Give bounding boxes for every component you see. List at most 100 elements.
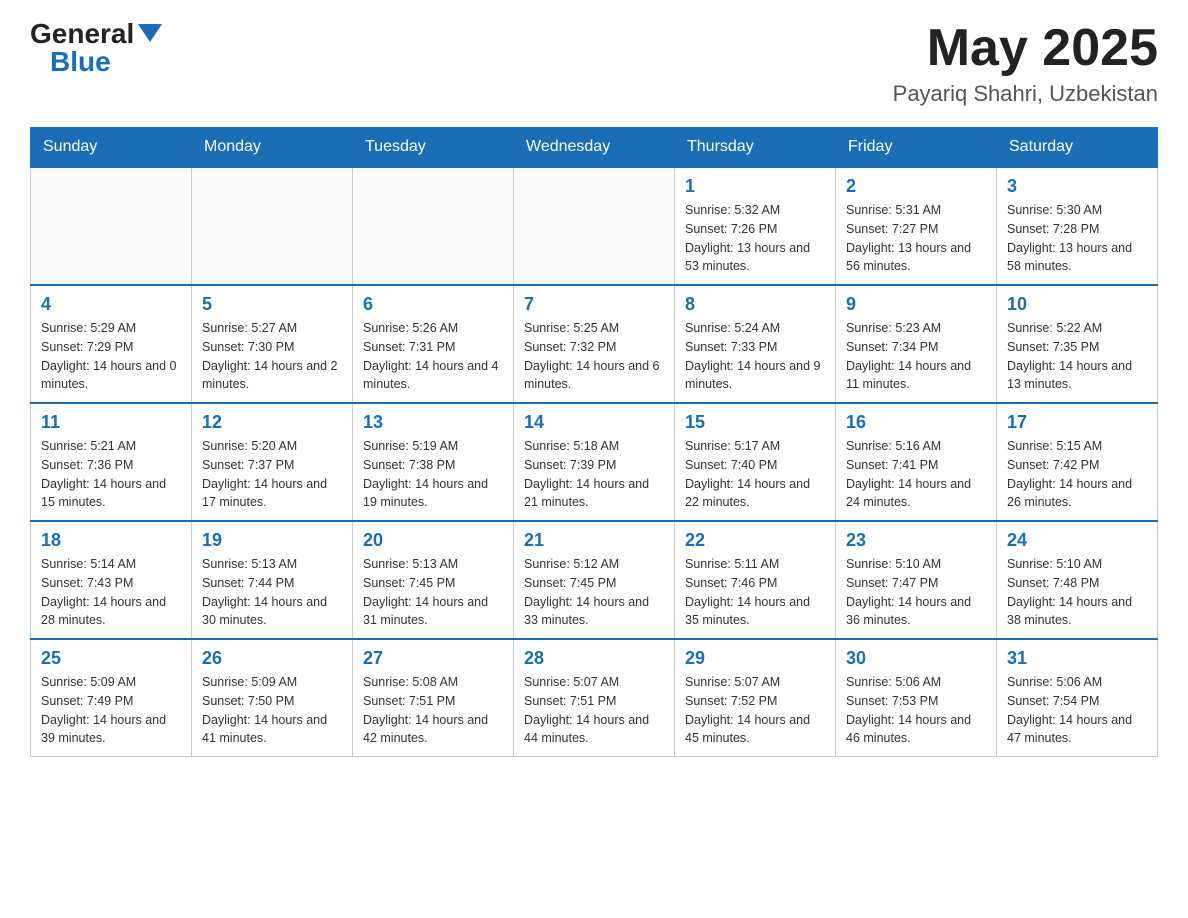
calendar-cell: 15 Sunrise: 5:17 AMSunset: 7:40 PMDayligh… (675, 403, 836, 521)
day-number: 27 (363, 648, 503, 669)
day-info: Sunrise: 5:13 AMSunset: 7:44 PMDaylight:… (202, 555, 342, 630)
day-info: Sunrise: 5:29 AMSunset: 7:29 PMDaylight:… (41, 319, 181, 394)
month-title: May 2025 (893, 20, 1158, 77)
day-number: 24 (1007, 530, 1147, 551)
day-number: 20 (363, 530, 503, 551)
day-number: 18 (41, 530, 181, 551)
calendar-cell (353, 167, 514, 285)
day-info: Sunrise: 5:10 AMSunset: 7:48 PMDaylight:… (1007, 555, 1147, 630)
calendar-header-row: SundayMondayTuesdayWednesdayThursdayFrid… (31, 128, 1158, 168)
calendar-week-3: 11 Sunrise: 5:21 AMSunset: 7:36 PMDayligh… (31, 403, 1158, 521)
calendar-cell: 6 Sunrise: 5:26 AMSunset: 7:31 PMDaylight… (353, 285, 514, 403)
logo-general: General (30, 20, 134, 48)
day-info: Sunrise: 5:13 AMSunset: 7:45 PMDaylight:… (363, 555, 503, 630)
calendar-cell: 18 Sunrise: 5:14 AMSunset: 7:43 PMDayligh… (31, 521, 192, 639)
calendar-cell: 23 Sunrise: 5:10 AMSunset: 7:47 PMDayligh… (836, 521, 997, 639)
weekday-header-sunday: Sunday (31, 128, 192, 168)
calendar-week-2: 4 Sunrise: 5:29 AMSunset: 7:29 PMDaylight… (31, 285, 1158, 403)
day-number: 30 (846, 648, 986, 669)
day-info: Sunrise: 5:09 AMSunset: 7:49 PMDaylight:… (41, 673, 181, 748)
day-info: Sunrise: 5:26 AMSunset: 7:31 PMDaylight:… (363, 319, 503, 394)
day-info: Sunrise: 5:30 AMSunset: 7:28 PMDaylight:… (1007, 201, 1147, 276)
calendar-cell: 26 Sunrise: 5:09 AMSunset: 7:50 PMDayligh… (192, 639, 353, 757)
day-number: 6 (363, 294, 503, 315)
day-number: 22 (685, 530, 825, 551)
calendar-cell (514, 167, 675, 285)
day-number: 26 (202, 648, 342, 669)
day-number: 15 (685, 412, 825, 433)
day-number: 14 (524, 412, 664, 433)
calendar-cell: 1 Sunrise: 5:32 AMSunset: 7:26 PMDaylight… (675, 167, 836, 285)
calendar-week-5: 25 Sunrise: 5:09 AMSunset: 7:49 PMDayligh… (31, 639, 1158, 757)
day-info: Sunrise: 5:17 AMSunset: 7:40 PMDaylight:… (685, 437, 825, 512)
day-info: Sunrise: 5:09 AMSunset: 7:50 PMDaylight:… (202, 673, 342, 748)
day-info: Sunrise: 5:07 AMSunset: 7:51 PMDaylight:… (524, 673, 664, 748)
day-number: 16 (846, 412, 986, 433)
calendar-table: SundayMondayTuesdayWednesdayThursdayFrid… (30, 127, 1158, 757)
day-info: Sunrise: 5:07 AMSunset: 7:52 PMDaylight:… (685, 673, 825, 748)
day-info: Sunrise: 5:32 AMSunset: 7:26 PMDaylight:… (685, 201, 825, 276)
day-info: Sunrise: 5:31 AMSunset: 7:27 PMDaylight:… (846, 201, 986, 276)
day-info: Sunrise: 5:24 AMSunset: 7:33 PMDaylight:… (685, 319, 825, 394)
calendar-cell: 11 Sunrise: 5:21 AMSunset: 7:36 PMDayligh… (31, 403, 192, 521)
day-number: 19 (202, 530, 342, 551)
day-info: Sunrise: 5:10 AMSunset: 7:47 PMDaylight:… (846, 555, 986, 630)
day-number: 4 (41, 294, 181, 315)
calendar-cell: 2 Sunrise: 5:31 AMSunset: 7:27 PMDaylight… (836, 167, 997, 285)
title-section: May 2025 Payariq Shahri, Uzbekistan (893, 20, 1158, 107)
calendar-cell: 20 Sunrise: 5:13 AMSunset: 7:45 PMDayligh… (353, 521, 514, 639)
day-info: Sunrise: 5:20 AMSunset: 7:37 PMDaylight:… (202, 437, 342, 512)
calendar-cell: 3Sunrise: 5:30 AMSunset: 7:28 PMDaylight… (997, 167, 1158, 285)
day-number: 25 (41, 648, 181, 669)
day-info: Sunrise: 5:06 AMSunset: 7:53 PMDaylight:… (846, 673, 986, 748)
day-info: Sunrise: 5:22 AMSunset: 7:35 PMDaylight:… (1007, 319, 1147, 394)
logo-blue: Blue (50, 48, 111, 76)
day-number: 21 (524, 530, 664, 551)
day-number: 12 (202, 412, 342, 433)
day-number: 5 (202, 294, 342, 315)
calendar-cell: 9Sunrise: 5:23 AMSunset: 7:34 PMDaylight… (836, 285, 997, 403)
calendar-cell: 27 Sunrise: 5:08 AMSunset: 7:51 PMDayligh… (353, 639, 514, 757)
day-info: Sunrise: 5:18 AMSunset: 7:39 PMDaylight:… (524, 437, 664, 512)
calendar-cell: 22Sunrise: 5:11 AMSunset: 7:46 PMDayligh… (675, 521, 836, 639)
day-number: 11 (41, 412, 181, 433)
calendar-cell: 16Sunrise: 5:16 AMSunset: 7:41 PMDayligh… (836, 403, 997, 521)
calendar-cell: 19 Sunrise: 5:13 AMSunset: 7:44 PMDayligh… (192, 521, 353, 639)
calendar-week-1: 1 Sunrise: 5:32 AMSunset: 7:26 PMDaylight… (31, 167, 1158, 285)
day-number: 7 (524, 294, 664, 315)
calendar-cell: 7 Sunrise: 5:25 AMSunset: 7:32 PMDaylight… (514, 285, 675, 403)
calendar-cell: 12 Sunrise: 5:20 AMSunset: 7:37 PMDayligh… (192, 403, 353, 521)
day-number: 1 (685, 176, 825, 197)
calendar-cell: 31 Sunrise: 5:06 AMSunset: 7:54 PMDayligh… (997, 639, 1158, 757)
weekday-header-monday: Monday (192, 128, 353, 168)
day-info: Sunrise: 5:12 AMSunset: 7:45 PMDaylight:… (524, 555, 664, 630)
day-number: 31 (1007, 648, 1147, 669)
calendar-cell: 17Sunrise: 5:15 AMSunset: 7:42 PMDayligh… (997, 403, 1158, 521)
day-info: Sunrise: 5:25 AMSunset: 7:32 PMDaylight:… (524, 319, 664, 394)
day-number: 29 (685, 648, 825, 669)
calendar-cell: 4 Sunrise: 5:29 AMSunset: 7:29 PMDaylight… (31, 285, 192, 403)
calendar-cell: 5 Sunrise: 5:27 AMSunset: 7:30 PMDaylight… (192, 285, 353, 403)
day-number: 23 (846, 530, 986, 551)
day-number: 9 (846, 294, 986, 315)
weekday-header-saturday: Saturday (997, 128, 1158, 168)
day-info: Sunrise: 5:19 AMSunset: 7:38 PMDaylight:… (363, 437, 503, 512)
day-number: 13 (363, 412, 503, 433)
calendar-cell: 21 Sunrise: 5:12 AMSunset: 7:45 PMDayligh… (514, 521, 675, 639)
calendar-cell (31, 167, 192, 285)
day-info: Sunrise: 5:08 AMSunset: 7:51 PMDaylight:… (363, 673, 503, 748)
day-number: 8 (685, 294, 825, 315)
calendar-cell: 10Sunrise: 5:22 AMSunset: 7:35 PMDayligh… (997, 285, 1158, 403)
weekday-header-thursday: Thursday (675, 128, 836, 168)
logo-triangle-icon (138, 24, 162, 42)
day-info: Sunrise: 5:27 AMSunset: 7:30 PMDaylight:… (202, 319, 342, 394)
calendar-cell: 25 Sunrise: 5:09 AMSunset: 7:49 PMDayligh… (31, 639, 192, 757)
page-header: General Blue May 2025 Payariq Shahri, Uz… (30, 20, 1158, 107)
calendar-cell (192, 167, 353, 285)
weekday-header-friday: Friday (836, 128, 997, 168)
day-info: Sunrise: 5:14 AMSunset: 7:43 PMDaylight:… (41, 555, 181, 630)
day-info: Sunrise: 5:06 AMSunset: 7:54 PMDaylight:… (1007, 673, 1147, 748)
day-info: Sunrise: 5:21 AMSunset: 7:36 PMDaylight:… (41, 437, 181, 512)
day-number: 2 (846, 176, 986, 197)
logo: General Blue (30, 20, 162, 76)
